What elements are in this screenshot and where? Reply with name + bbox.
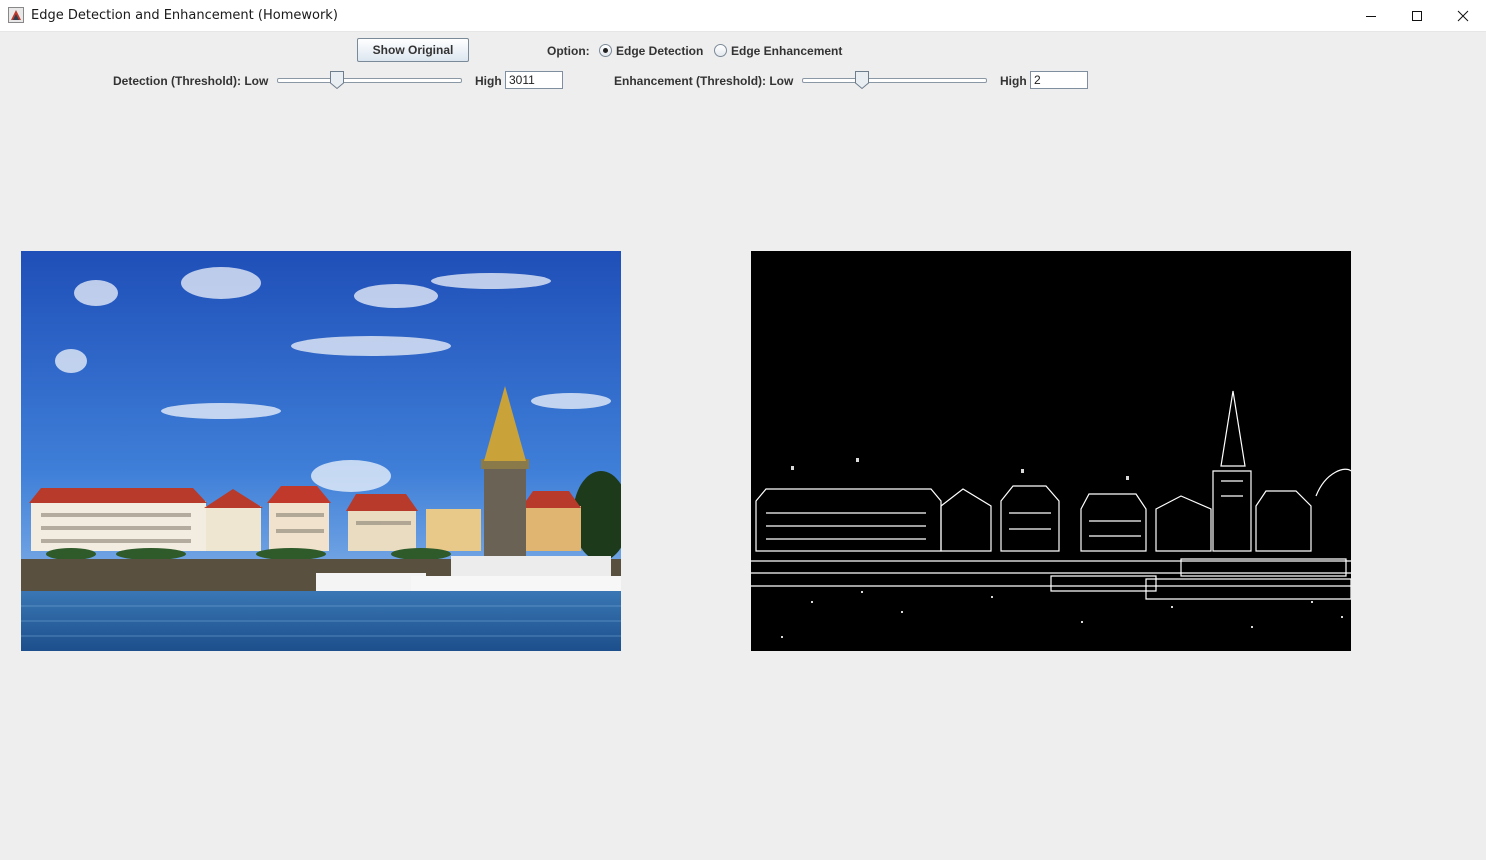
detection-threshold-label: Detection (Threshold): Low [113,74,269,88]
edge-enhancement-radio[interactable] [714,44,727,57]
minimize-button[interactable] [1348,0,1394,31]
maximize-icon [1412,10,1422,21]
show-original-button[interactable]: Show Original [357,38,469,62]
radio-selected-dot [603,48,608,53]
edge-detection-radio-label[interactable]: Edge Detection [616,44,703,58]
title-bar: Edge Detection and Enhancement (Homework… [0,0,1486,32]
slider-track [802,78,987,83]
enhancement-high-label: High [1000,74,1027,88]
detection-high-field[interactable]: 3011 [505,71,563,89]
java-app-icon [8,7,24,23]
detection-high-label: High [475,74,502,88]
detection-threshold-slider[interactable] [277,70,462,90]
slider-thumb[interactable] [854,70,870,90]
enhancement-high-field[interactable]: 2 [1030,71,1088,89]
maximize-button[interactable] [1394,0,1440,31]
edge-detection-radio[interactable] [599,44,612,57]
enhancement-threshold-slider[interactable] [802,70,987,90]
slider-thumb[interactable] [329,70,345,90]
option-label: Option: [547,44,590,58]
window-title: Edge Detection and Enhancement (Homework… [31,8,338,23]
edge-result-image [751,251,1351,651]
original-image [21,251,621,651]
enhancement-threshold-label: Enhancement (Threshold): Low [614,74,794,88]
close-button[interactable] [1440,0,1486,31]
close-icon [1457,10,1469,21]
slider-track [277,78,462,83]
minimize-icon [1366,15,1376,17]
edge-enhancement-radio-label[interactable]: Edge Enhancement [731,44,842,58]
